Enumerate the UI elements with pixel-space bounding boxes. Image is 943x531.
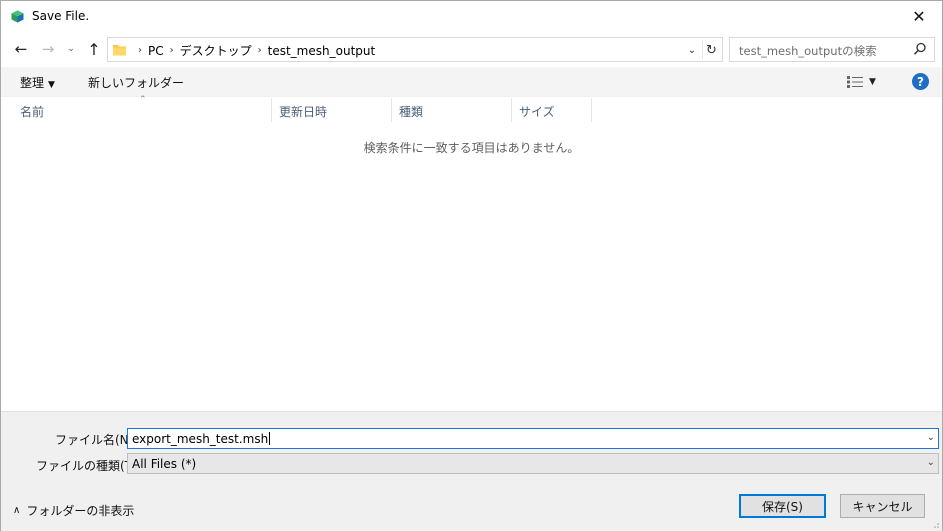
up-arrow-icon: ↑	[87, 39, 101, 59]
cancel-button[interactable]: キャンセル	[840, 494, 925, 518]
organize-label: 整理	[20, 76, 45, 90]
column-header-row: ⌃ 名前 更新日時 種類 サイズ	[1, 95, 942, 122]
breadcrumb-item[interactable]: デスクトップ	[180, 42, 252, 59]
chevron-down-icon[interactable]: ⌄	[927, 432, 935, 443]
column-header-label: 名前	[20, 105, 45, 119]
forward-button[interactable]: →	[37, 38, 59, 60]
back-arrow-icon: ←	[14, 40, 28, 58]
recent-locations-button[interactable]: ⌄	[64, 38, 78, 60]
forward-arrow-icon: →	[41, 40, 55, 58]
folder-icon	[113, 45, 126, 56]
search-input[interactable]: test_mesh_outputの検索	[729, 37, 935, 62]
close-button[interactable]: ✕	[896, 1, 942, 32]
hide-folders-label: フォルダーの非表示	[26, 504, 135, 518]
change-view-button[interactable]: ▼	[847, 74, 883, 90]
column-header-name[interactable]: ⌃ 名前	[13, 95, 272, 122]
chevron-down-icon: ⌄	[926, 457, 935, 468]
view-grid-icon	[847, 76, 863, 88]
caret-down-icon: ▼	[869, 77, 876, 87]
caret-down-icon: ▼	[48, 80, 55, 90]
chevron-up-icon: ∧	[13, 505, 21, 516]
filename-field[interactable]: export_mesh_test.msh ⌄	[127, 428, 939, 449]
sort-ascending-icon: ⌃	[139, 95, 147, 105]
window-title: Save File.	[32, 9, 90, 23]
close-icon: ✕	[912, 7, 926, 26]
breadcrumb-item[interactable]: PC	[148, 44, 164, 58]
recent-chevron-icon: ⌄	[67, 44, 75, 54]
breadcrumb-separator[interactable]: ›	[258, 45, 262, 56]
save-options-panel: ファイル名(N): export_mesh_test.msh ⌄ ファイルの種類…	[1, 411, 942, 531]
save-file-dialog: Save File. ✕ ← → ⌄ ↑ › PC › デスクトップ › tes…	[0, 0, 943, 531]
refresh-button[interactable]: ↻	[702, 41, 720, 59]
address-bar[interactable]: › PC › デスクトップ › test_mesh_output ⌄ ↻	[107, 37, 723, 62]
filetype-value: All Files (*)	[132, 457, 197, 471]
column-header-label: 種類	[399, 105, 424, 119]
new-folder-label: 新しいフォルダー	[88, 76, 185, 90]
resize-grip-icon[interactable]	[930, 519, 940, 529]
text-cursor	[269, 432, 271, 445]
app-icon	[11, 10, 24, 23]
search-placeholder: test_mesh_outputの検索	[739, 44, 877, 58]
column-header-size[interactable]: サイズ	[512, 98, 592, 122]
organize-menu-button[interactable]: 整理 ▼	[20, 74, 55, 91]
column-header-date[interactable]: 更新日時	[272, 98, 392, 122]
back-button[interactable]: ←	[10, 38, 32, 60]
new-folder-button[interactable]: 新しいフォルダー	[88, 74, 184, 91]
command-toolbar: 整理 ▼ 新しいフォルダー ▼ ?	[1, 67, 942, 97]
empty-list-message: 検索条件に一致する項目はありません。	[363, 141, 580, 155]
up-button[interactable]: ↑	[83, 38, 105, 60]
address-dropdown-button[interactable]: ⌄	[684, 41, 700, 59]
hide-folders-toggle[interactable]: ∧ フォルダーの非表示	[13, 502, 134, 519]
search-icon[interactable]	[913, 42, 927, 56]
help-icon[interactable]: ?	[912, 73, 929, 90]
column-header-label: 更新日時	[279, 105, 328, 119]
filetype-label: ファイルの種類(T):	[36, 459, 141, 473]
filename-value[interactable]: export_mesh_test.msh	[132, 432, 271, 446]
chevron-down-icon: ⌄	[687, 44, 697, 56]
column-header-label: サイズ	[519, 105, 555, 119]
column-header-type[interactable]: 種類	[392, 98, 512, 122]
breadcrumb-item[interactable]: test_mesh_output	[268, 44, 376, 58]
title-bar: Save File. ✕	[1, 1, 942, 32]
address-row: ← → ⌄ ↑ › PC › デスクトップ › test_mesh_output	[1, 35, 942, 63]
filetype-select[interactable]: All Files (*) ⌄	[127, 453, 939, 474]
breadcrumb: › PC › デスクトップ › test_mesh_output	[132, 42, 375, 59]
breadcrumb-separator[interactable]: ›	[170, 45, 174, 56]
refresh-icon: ↻	[706, 42, 717, 58]
breadcrumb-separator: ›	[138, 45, 142, 56]
save-button[interactable]: 保存(S)	[739, 494, 826, 518]
filename-label: ファイル名(N):	[55, 433, 138, 447]
